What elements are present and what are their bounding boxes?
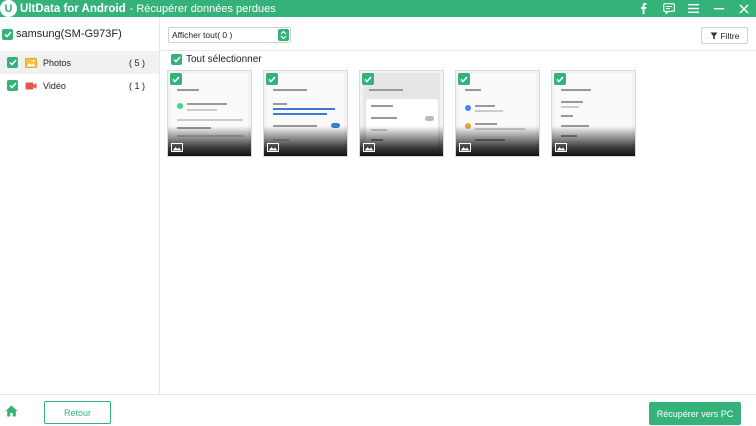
thumbnail[interactable] <box>359 70 444 157</box>
image-icon <box>171 143 183 152</box>
sidebar-item-count: ( 1 ) <box>128 80 145 91</box>
thumbnail-checkbox[interactable] <box>170 73 182 85</box>
sidebar-item-label: Vidéo <box>43 80 66 91</box>
close-icon[interactable] <box>731 0 756 17</box>
image-icon <box>555 143 567 152</box>
photos-checkbox[interactable] <box>7 57 18 68</box>
thumbnail-checkbox[interactable] <box>458 73 470 85</box>
image-icon <box>459 143 471 152</box>
video-checkbox[interactable] <box>7 80 18 91</box>
select-all-label: Tout sélectionner <box>186 53 262 65</box>
view-filter-dropdown[interactable]: Afficher tout( 0 ) <box>168 27 291 43</box>
dropdown-value: Afficher tout( 0 ) <box>172 30 233 40</box>
video-icon <box>25 82 37 89</box>
sidebar-item-label: Photos <box>43 57 72 68</box>
app-title: UltData for Android <box>20 2 126 15</box>
feedback-icon[interactable] <box>656 0 681 17</box>
image-icon <box>363 143 375 152</box>
sidebar-item-photos[interactable]: Photos ( 5 ) <box>0 51 159 74</box>
facebook-icon[interactable] <box>631 0 656 17</box>
home-button[interactable] <box>0 395 23 426</box>
funnel-icon <box>710 32 718 39</box>
thumbnail-checkbox[interactable] <box>554 73 566 85</box>
home-icon <box>5 405 18 416</box>
footer-bar: Retour Récupérer vers PC <box>0 394 756 425</box>
device-checkbox[interactable] <box>2 28 13 40</box>
sidebar-item-video[interactable]: Vidéo ( 1 ) <box>0 74 159 97</box>
title-bar: U UltData for Android - Récupérer donnée… <box>0 0 756 17</box>
minimize-icon[interactable] <box>706 0 731 17</box>
thumbnail-checkbox[interactable] <box>266 73 278 85</box>
menu-icon[interactable] <box>681 0 706 17</box>
updown-arrow-icon <box>278 29 289 41</box>
filter-button[interactable]: Filtre <box>701 27 748 44</box>
photo-icon <box>25 57 37 68</box>
image-icon <box>267 143 279 152</box>
thumbnail[interactable] <box>551 70 636 157</box>
filter-label: Filtre <box>720 30 740 41</box>
sidebar: samsung(SM-G973F) Photos ( 5 ) Vidéo ( 1… <box>0 17 160 394</box>
thumbnail[interactable] <box>167 70 252 157</box>
device-name: samsung(SM-G973F) <box>16 28 122 40</box>
toolbar: Afficher tout( 0 ) Filtre <box>161 17 756 51</box>
device-row[interactable]: samsung(SM-G973F) <box>0 17 159 51</box>
sidebar-item-count: ( 5 ) <box>128 57 145 68</box>
select-all-checkbox[interactable] <box>171 53 182 65</box>
back-button[interactable]: Retour <box>44 401 111 424</box>
select-all-row[interactable]: Tout sélectionner <box>171 53 262 65</box>
app-subtitle: - Récupérer données perdues <box>129 2 276 15</box>
app-logo: U <box>0 0 17 17</box>
thumbnail-checkbox[interactable] <box>362 73 374 85</box>
recover-to-pc-button[interactable]: Récupérer vers PC <box>649 402 741 425</box>
thumbnail[interactable] <box>455 70 540 157</box>
thumbnail[interactable] <box>263 70 348 157</box>
